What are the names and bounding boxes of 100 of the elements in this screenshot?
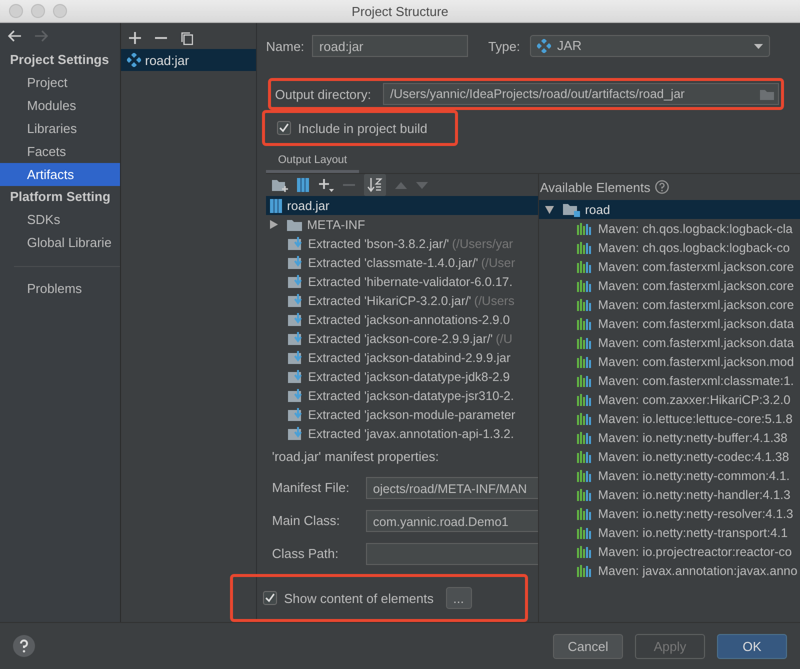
- checkbox[interactable]: [263, 591, 277, 605]
- section-heading: Project Settings: [9, 51, 110, 69]
- bars-icon: [577, 280, 593, 292]
- bars-icon: [577, 242, 593, 254]
- tree-item[interactable]: road.jar: [266, 196, 538, 215]
- field-label: Output directory:: [275, 86, 372, 102]
- tree-item[interactable]: Maven: io.netty:netty-transport:4.1: [539, 523, 800, 542]
- field-label: Type:: [488, 38, 520, 54]
- tree-item[interactable]: Extracted 'bson-3.8.2.jar/' (/Users/yar: [266, 234, 538, 253]
- bars-icon: [577, 526, 593, 538]
- text-field[interactable]: [366, 542, 538, 564]
- folder-icon: [287, 218, 302, 230]
- tree-item[interactable]: Maven: com.fasterxml.jackson.mod: [539, 352, 800, 371]
- tab[interactable]: Output Layout: [266, 150, 360, 173]
- move-up-icon: [395, 182, 407, 188]
- striped-file-icon: [297, 178, 309, 192]
- section-heading: Platform Setting: [9, 188, 112, 206]
- bars-icon: [577, 356, 593, 368]
- bars-icon: [577, 488, 593, 500]
- section-heading: Available Elements: [540, 180, 650, 194]
- bars-icon: [577, 564, 593, 576]
- help-icon[interactable]: [13, 635, 35, 657]
- tree-item[interactable]: Maven: com.fasterxml.jackson.data: [539, 333, 800, 352]
- sidebar-item[interactable]: Artifacts: [0, 163, 120, 186]
- tree-item[interactable]: Maven: io.projectreactor:reactor-co: [539, 542, 800, 561]
- expanded-arrow-icon[interactable]: [545, 206, 554, 214]
- bars-icon: [577, 546, 593, 558]
- tree-item[interactable]: Maven: io.netty:netty-common:4.1.: [539, 466, 800, 485]
- tree-item[interactable]: Extracted 'jackson-core-2.9.9.jar/' (/U: [266, 329, 538, 348]
- sidebar-item[interactable]: Project: [0, 71, 120, 94]
- checkbox-label: Show content of elements: [284, 590, 434, 606]
- add-icon[interactable]: [129, 32, 141, 44]
- tree-item[interactable]: Extracted 'javax.annotation-api-1.3.2.: [266, 424, 538, 443]
- bars-icon: [577, 298, 593, 310]
- move-down-icon: [416, 182, 428, 188]
- new-folder-icon[interactable]: [272, 178, 288, 192]
- tree-item[interactable]: Maven: io.netty:netty-resolver:4.1.3: [539, 504, 800, 523]
- sidebar-item[interactable]: Libraries: [0, 117, 120, 140]
- collapsed-arrow-icon[interactable]: [270, 220, 278, 229]
- sidebar-item[interactable]: Problems: [0, 277, 120, 300]
- copy-icon[interactable]: [181, 32, 193, 44]
- striped-file-icon: [270, 198, 282, 212]
- bars-icon: [577, 318, 593, 330]
- back-arrow-icon[interactable]: [8, 30, 22, 42]
- field-label: Main Class:: [272, 513, 341, 528]
- bars-icon: [577, 432, 593, 444]
- tree-item[interactable]: Maven: com.fasterxml.jackson.data: [539, 314, 800, 333]
- bars-icon: [577, 336, 593, 348]
- tree-item[interactable]: Extracted 'jackson-module-parameter: [266, 405, 538, 424]
- tree-item[interactable]: Maven: com.fasterxml.jackson.core: [539, 295, 800, 314]
- tree-item[interactable]: Extracted 'jackson-datatype-jsr310-2.: [266, 386, 538, 405]
- tree-item[interactable]: Maven: javax.annotation:javax.anno: [539, 561, 800, 580]
- tree-item[interactable]: Maven: ch.qos.logback:logback-cla: [539, 219, 800, 238]
- diamond-cluster-icon: [127, 53, 141, 67]
- help-icon[interactable]: [655, 180, 670, 194]
- tree-item[interactable]: Maven: io.netty:netty-handler:4.1.3: [539, 485, 800, 504]
- bars-icon: [577, 508, 593, 520]
- tree-item[interactable]: Maven: com.fasterxml.jackson.core: [539, 257, 800, 276]
- add-menu-icon[interactable]: [318, 178, 334, 192]
- section-heading: 'road.jar' manifest properties:: [272, 449, 440, 466]
- ok-button[interactable]: OK: [717, 634, 787, 658]
- path-field[interactable]: /Users/yannic/IdeaProjects/road/out/artifacts/road_jar: [383, 83, 779, 105]
- tree-item[interactable]: Maven: com.fasterxml:classmate:1.: [539, 371, 800, 390]
- tree-item[interactable]: Maven: io.netty:netty-codec:4.1.38: [539, 447, 800, 466]
- artifact-item[interactable]: road:jar: [121, 49, 256, 71]
- tree-item[interactable]: Extracted 'HikariCP-3.2.0.jar/' (/Users: [266, 291, 538, 310]
- type-dropdown[interactable]: JAR: [530, 35, 770, 57]
- dropdown-caret-icon: [754, 44, 764, 48]
- tree-item[interactable]: META-INF: [266, 215, 538, 234]
- bars-icon: [577, 412, 593, 424]
- sidebar-item[interactable]: Modules: [0, 94, 120, 117]
- field-label: Manifest File:: [272, 480, 350, 495]
- tree-item[interactable]: Extracted 'jackson-annotations-2.9.0: [266, 310, 538, 329]
- tree-item[interactable]: Maven: io.lettuce:lettuce-core:5.1.8: [539, 409, 800, 428]
- sidebar-item[interactable]: SDKs: [0, 208, 120, 231]
- tree-item[interactable]: Extracted 'jackson-datatype-jdk8-2.9: [266, 367, 538, 386]
- tree-item[interactable]: Maven: io.netty:netty-buffer:4.1.38: [539, 428, 800, 447]
- diamond-cluster-icon: [537, 39, 552, 53]
- name-field[interactable]: road:jar: [312, 35, 468, 57]
- more-button[interactable]: ...: [446, 587, 472, 609]
- bars-icon: [577, 450, 593, 462]
- window-title: Project Structure: [350, 4, 450, 18]
- bars-icon: [577, 222, 593, 234]
- text-field[interactable]: ojects/road/META-INF/MAN: [366, 476, 538, 498]
- tree-item[interactable]: Maven: com.fasterxml.jackson.core: [539, 276, 800, 295]
- tree-item[interactable]: Extracted 'jackson-databind-2.9.9.jar: [266, 348, 538, 367]
- field-label: Class Path:: [272, 546, 340, 561]
- checkbox[interactable]: [277, 121, 291, 135]
- module-folder-icon: [563, 202, 580, 216]
- dialog-button[interactable]: Cancel: [553, 634, 623, 658]
- sidebar-item[interactable]: Facets: [0, 140, 120, 163]
- bars-icon: [577, 470, 593, 482]
- tree-item[interactable]: road: [539, 200, 800, 219]
- sidebar-item[interactable]: Global Librarie: [0, 231, 120, 254]
- tree-item[interactable]: Maven: com.zaxxer:HikariCP:3.2.0: [539, 390, 800, 409]
- sort-icon[interactable]: [364, 174, 386, 196]
- tree-item[interactable]: Extracted 'classmate-1.4.0.jar/' (/User: [266, 253, 538, 272]
- tree-item[interactable]: Maven: ch.qos.logback:logback-co: [539, 238, 800, 257]
- text-field[interactable]: com.yannic.road.Demo1: [366, 510, 538, 532]
- tree-item[interactable]: Extracted 'hibernate-validator-6.0.17.: [266, 272, 538, 291]
